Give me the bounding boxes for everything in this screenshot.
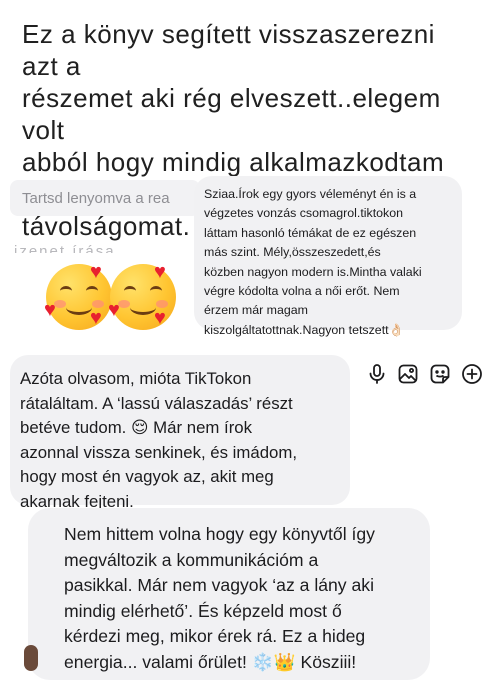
sticker-icon[interactable] bbox=[429, 363, 451, 385]
heart-icon: ♥ bbox=[154, 307, 166, 329]
message-bottom-text: Nem hittem volna hogy egy könyvtől így m… bbox=[64, 524, 375, 672]
input-placeholder: Tartsd lenyomva a rea bbox=[22, 190, 170, 207]
message-middle-text: Azóta olvasom, mióta TikTokon rátaláltam… bbox=[20, 369, 298, 511]
message-bottom: Nem hittem volna hogy egy könyvtől így m… bbox=[28, 508, 430, 680]
message-input[interactable]: Tartsd lenyomva a rea bbox=[10, 180, 200, 216]
message-top: Ez a könyv segített visszaszerezni azt a… bbox=[0, 0, 470, 241]
message-review: Sziaa.Írok egy gyors véleményt én is a v… bbox=[194, 176, 462, 337]
message-middle: Azóta olvasom, mióta TikTokon rátaláltam… bbox=[10, 355, 350, 511]
faded-background-text: izenet írása bbox=[14, 243, 116, 253]
heart-icon: ♥ bbox=[44, 299, 56, 321]
smiling-face-with-hearts-icon bbox=[46, 264, 112, 330]
composer-toolbar bbox=[360, 360, 484, 390]
plus-icon[interactable] bbox=[461, 363, 483, 385]
smiling-face-with-hearts-icon bbox=[110, 264, 176, 330]
heart-icon: ♥ bbox=[90, 307, 102, 329]
image-icon[interactable] bbox=[397, 363, 419, 385]
heart-icon: ♥ bbox=[108, 299, 120, 321]
heart-icon: ♥ bbox=[154, 261, 166, 283]
microphone-icon[interactable] bbox=[366, 363, 388, 385]
heart-icon: ♥ bbox=[90, 261, 102, 283]
avatar bbox=[24, 645, 38, 671]
message-review-text: Sziaa.Írok egy gyors véleményt én is a v… bbox=[204, 187, 422, 337]
